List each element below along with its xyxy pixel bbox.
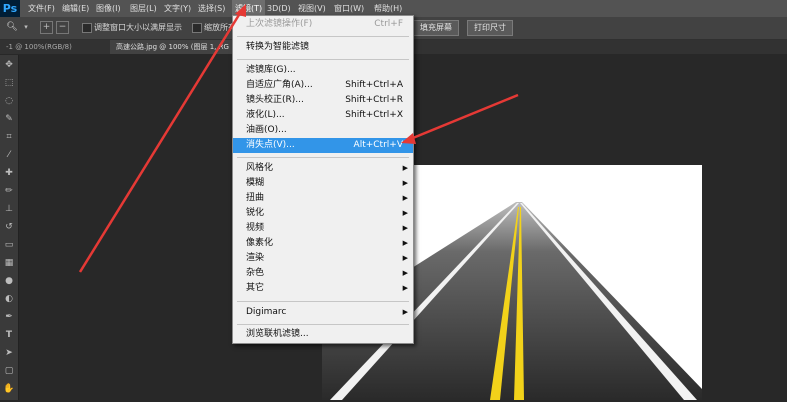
menu-item-stylize[interactable]: 风格化 ▶ xyxy=(233,161,413,176)
chevron-right-icon: ▶ xyxy=(402,254,408,262)
eraser-tool-icon[interactable]: ▭ xyxy=(3,239,15,251)
shape-tool-icon[interactable]: ▢ xyxy=(3,365,15,377)
menu-item-pixelate[interactable]: 像素化 ▶ xyxy=(233,236,413,251)
lasso-tool-icon[interactable]: ◌ xyxy=(3,95,15,107)
zoom-out-icon[interactable]: − xyxy=(56,21,69,34)
chevron-right-icon: ▶ xyxy=(402,239,408,247)
menu-layer[interactable]: 图层(L) xyxy=(127,0,160,17)
fill-screen-button[interactable]: 填充屏幕 xyxy=(413,20,459,36)
menu-image[interactable]: 图像(I) xyxy=(93,0,124,17)
zoom-tool-icon[interactable]: 🔍︎ xyxy=(6,21,18,33)
menu-item-blur[interactable]: 模糊 ▶ xyxy=(233,176,413,191)
chevron-right-icon: ▶ xyxy=(402,209,408,217)
menu-item-sharpen[interactable]: 锐化 ▶ xyxy=(233,206,413,221)
menu-item-last-filter: 上次滤镜操作(F) Ctrl+F xyxy=(246,19,403,29)
menu-item-adaptive-wide-angle[interactable]: 自适应广角(A)... Shift+Ctrl+A xyxy=(233,78,413,93)
dodge-tool-icon[interactable]: ◐ xyxy=(3,293,15,305)
tab-highway-image[interactable]: 高速公路.jpg @ 100% (图层 1, RG xyxy=(110,40,235,54)
menu-item-distort[interactable]: 扭曲 ▶ xyxy=(233,191,413,206)
menu-separator xyxy=(237,324,409,325)
healing-tool-icon[interactable]: ✚ xyxy=(3,167,15,179)
hand-tool-icon[interactable]: ✋ xyxy=(3,383,15,395)
menu-separator xyxy=(237,157,409,158)
menu-type[interactable]: 文字(Y) xyxy=(161,0,194,17)
menu-item-digimarc[interactable]: Digimarc ▶ xyxy=(233,305,413,320)
marquee-tool-icon[interactable]: ⬚ xyxy=(3,77,15,89)
chevron-right-icon: ▶ xyxy=(402,164,408,172)
menu-item-lens-correction[interactable]: 镜头校正(R)... Shift+Ctrl+R xyxy=(233,93,413,108)
resize-windows-label: 调整窗口大小以满屏显示 xyxy=(94,23,182,32)
menu-item-render[interactable]: 渲染 ▶ xyxy=(233,251,413,266)
menu-item-vanishing-point[interactable]: 消失点(V)... Alt+Ctrl+V xyxy=(233,138,413,153)
gradient-tool-icon[interactable]: ▦ xyxy=(3,257,15,269)
menu-item-browse-online-filters[interactable]: 浏览联机滤镜... xyxy=(233,327,413,342)
move-tool-icon[interactable]: ✥ xyxy=(3,59,15,71)
stamp-tool-icon[interactable]: ⊥ xyxy=(3,203,15,215)
chevron-right-icon: ▶ xyxy=(402,308,408,316)
menu-item-oil-paint[interactable]: 油画(O)... xyxy=(233,123,413,138)
chevron-down-icon[interactable]: ▾ xyxy=(20,21,32,33)
path-select-tool-icon[interactable]: ➤ xyxy=(3,347,15,359)
menu-file[interactable]: 文件(F) xyxy=(25,0,58,17)
type-tool-icon[interactable]: T xyxy=(3,329,15,341)
chevron-right-icon: ▶ xyxy=(402,269,408,277)
menu-item-video[interactable]: 视频 ▶ xyxy=(233,221,413,236)
pen-tool-icon[interactable]: ✒ xyxy=(3,311,15,323)
red-arrow-to-vanishing-point xyxy=(407,93,519,142)
menu-item-convert-smart-filters[interactable]: 转换为智能滤镜 xyxy=(233,40,413,55)
zoom-in-icon[interactable]: + xyxy=(40,21,53,34)
quick-select-tool-icon[interactable]: ✎ xyxy=(3,113,15,125)
eyedropper-tool-icon[interactable]: ⁄ xyxy=(3,149,15,161)
photoshop-logo: Ps xyxy=(0,0,20,17)
crop-tool-icon[interactable]: ⌗ xyxy=(3,131,15,143)
tools-panel: ✥ ⬚ ◌ ✎ ⌗ ⁄ ✚ ✏ ⊥ ↺ ▭ ▦ ● ◐ ✒ T ➤ ▢ ✋ xyxy=(0,55,19,400)
zoom-all-checkbox[interactable] xyxy=(192,23,202,33)
menu-item-other[interactable]: 其它 ▶ xyxy=(233,281,413,296)
menu-item-noise[interactable]: 杂色 ▶ xyxy=(233,266,413,281)
resize-windows-checkbox[interactable] xyxy=(82,23,92,33)
menu-select[interactable]: 选择(S) xyxy=(195,0,228,17)
chevron-right-icon: ▶ xyxy=(402,284,408,292)
menu-separator xyxy=(237,59,409,60)
chevron-right-icon: ▶ xyxy=(402,194,408,202)
print-size-button[interactable]: 打印尺寸 xyxy=(467,20,513,36)
menu-edit[interactable]: 编辑(E) xyxy=(59,0,92,17)
filter-menu-dropdown: 上次滤镜操作(F) Ctrl+F 转换为智能滤镜 滤镜库(G)... 自适应广角… xyxy=(232,15,414,344)
menu-separator xyxy=(237,36,409,37)
menu-item-liquify[interactable]: 液化(L)... Shift+Ctrl+X xyxy=(233,108,413,123)
history-brush-tool-icon[interactable]: ↺ xyxy=(3,221,15,233)
chevron-right-icon: ▶ xyxy=(402,179,408,187)
chevron-right-icon: ▶ xyxy=(402,224,408,232)
blur-tool-icon[interactable]: ● xyxy=(3,275,15,287)
brush-tool-icon[interactable]: ✏ xyxy=(3,185,15,197)
tab-document-1[interactable]: -1 @ 100%(RGB/8) xyxy=(0,40,78,54)
menu-separator xyxy=(237,301,409,302)
menu-item-filter-gallery[interactable]: 滤镜库(G)... xyxy=(233,63,413,78)
